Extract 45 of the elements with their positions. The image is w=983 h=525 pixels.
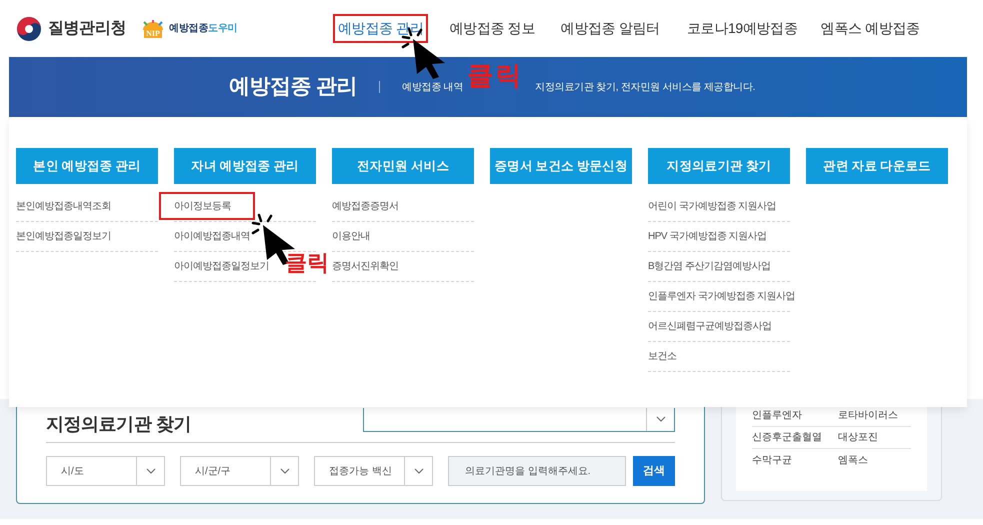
vaccine-name[interactable]: 신증후군출혈열 [752,430,838,445]
nav-link[interactable]: 예방접종 관리 [333,14,428,43]
menu-link[interactable]: 인플루엔자 국가예방접종 지원사업 [648,289,796,304]
vaccine-name[interactable]: 엠폭스 [838,452,868,468]
chevron-down-icon [280,468,290,474]
select-field[interactable]: 접종가능 백신 [314,456,433,486]
banner-subtitle: 지정의료기관 찾기, 전자민원 서비스를 제공합니다. [535,80,756,94]
nav-link[interactable]: 예방접종 알림터 [556,14,664,43]
chevron-down-icon [656,416,666,422]
menu-link[interactable]: 보건소 [648,349,676,364]
menu-link[interactable]: 아이예방접종일정보기 [174,259,269,274]
search-input[interactable]: 의료기관명을 입력해주세요. [448,456,626,486]
nav-link[interactable]: 엠폭스 예방접종 [820,14,920,43]
menu-link[interactable]: 아이예방접종내역 [174,229,250,244]
menu-link[interactable]: 본인예방접종내역조회 [16,199,111,214]
vaccine-name[interactable]: 수막구균 [752,452,838,468]
section-title: 지정의료기관 찾기 [46,413,191,436]
banner-title: 예방접종 관리 [229,74,358,100]
nav-link[interactable]: 코로나19예방접종 [682,14,802,43]
menu-link[interactable]: 이용안내 [332,229,370,244]
site-logo[interactable]: NIP 예방접종도우미 [140,20,238,38]
menu-link[interactable]: 본인예방접종일정보기 [16,229,111,244]
click-annotation: 클릭 [467,62,523,88]
menu-link[interactable]: B형간염 주산기감염예방사업 [648,259,770,274]
vaccine-name[interactable]: 로타바이러스 [838,408,898,423]
menu-link[interactable]: 어린이 국가예방접종 지원사업 [648,199,776,214]
search-button[interactable]: 검색 [633,456,675,486]
menu-link[interactable]: HPV 국가예방접종 지원사업 [648,229,767,244]
vaccine-name[interactable]: 인플루엔자 [752,408,838,423]
agency-name: 질병관리청 [48,18,126,38]
chevron-down-icon [146,468,156,474]
banner-subtitle: 예방접종 내역 [402,80,464,94]
vaccine-name[interactable]: 대상포진 [838,430,878,445]
chevron-down-icon [414,468,424,474]
government-emblem-icon [16,16,42,42]
select-field[interactable]: 시/도 [46,456,165,486]
program-select[interactable] [363,408,675,432]
menu-link[interactable]: 증명서진위확인 [332,259,398,274]
nav-link[interactable]: 예방접종 정보 [446,14,538,43]
menu-link[interactable]: 예방접종증명서 [332,199,398,214]
logo-text: 예방접종도우미 [169,22,238,36]
menu-link[interactable]: 어르신폐렴구균예방접종사업 [648,319,772,334]
click-annotation: 클릭 [285,252,329,274]
select-field[interactable]: 시/군/구 [180,456,299,486]
menu-link[interactable]: 아이정보등록 [174,199,231,214]
